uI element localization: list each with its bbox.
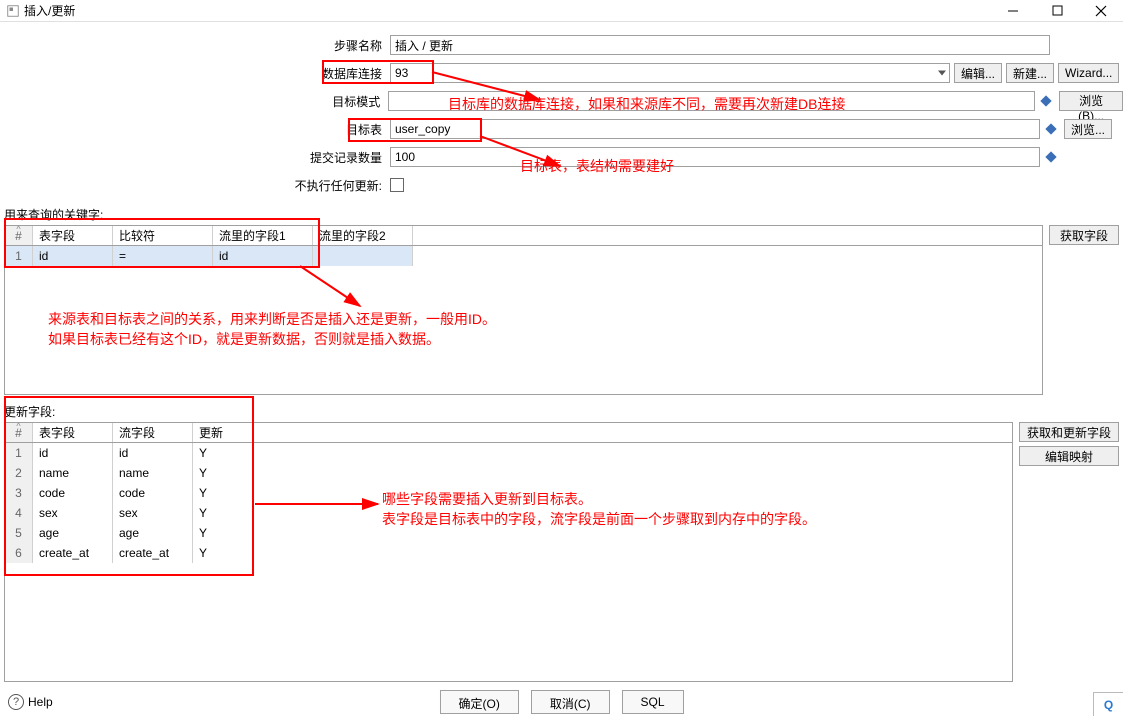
form-area: 步骤名称 数据库连接 编辑... 新建... Wizard... 目标模式 浏览… — [0, 22, 1123, 198]
cell-stream[interactable]: sex — [113, 503, 193, 523]
get-update-fields-button[interactable]: 获取和更新字段 — [1019, 422, 1119, 442]
cell-update[interactable]: Y — [193, 463, 253, 483]
help-icon: ? — [8, 694, 24, 710]
db-conn-label: 数据库连接 — [0, 65, 390, 82]
table-label: 目标表 — [0, 121, 390, 138]
browse-table-button[interactable]: 浏览... — [1064, 119, 1112, 139]
cell-field[interactable]: age — [33, 523, 113, 543]
table-row[interactable]: 4sexsexY — [5, 503, 1012, 523]
app-icon — [6, 4, 20, 18]
key-col-stream2: 流里的字段2 — [313, 226, 413, 245]
browse-schema-button[interactable]: 浏览(B)... — [1059, 91, 1123, 111]
table-var-icon[interactable] — [1042, 120, 1060, 138]
titlebar: 插入/更新 — [0, 0, 1123, 22]
noop-checkbox[interactable] — [390, 178, 404, 192]
cell-stream[interactable]: create_at — [113, 543, 193, 563]
minimize-button[interactable] — [991, 0, 1035, 22]
maximize-button[interactable] — [1035, 0, 1079, 22]
cell-field[interactable]: name — [33, 463, 113, 483]
cell-field[interactable]: id — [33, 246, 113, 266]
cell-field[interactable]: sex — [33, 503, 113, 523]
help-label: Help — [28, 695, 53, 709]
cell-stream1[interactable]: id — [213, 246, 313, 266]
window-title: 插入/更新 — [24, 2, 75, 19]
cell-stream[interactable]: age — [113, 523, 193, 543]
update-section-label: 更新字段: — [0, 401, 1123, 422]
sql-button[interactable]: SQL — [621, 690, 683, 714]
cell-update[interactable]: Y — [193, 443, 253, 463]
cell-stream2[interactable] — [313, 246, 413, 266]
cell-stream[interactable]: id — [113, 443, 193, 463]
cell-stream[interactable]: name — [113, 463, 193, 483]
row-num: 1 — [5, 443, 33, 463]
row-num: 6 — [5, 543, 33, 563]
key-col-comparator: 比较符 — [113, 226, 213, 245]
upd-col-field: 表字段 — [33, 423, 113, 442]
cell-field[interactable]: id — [33, 443, 113, 463]
row-num: 5 — [5, 523, 33, 543]
cell-update[interactable]: Y — [193, 523, 253, 543]
row-num: 4 — [5, 503, 33, 523]
cell-comparator[interactable]: = — [113, 246, 213, 266]
cell-field[interactable]: create_at — [33, 543, 113, 563]
schema-input[interactable] — [388, 91, 1035, 111]
edit-mapping-button[interactable]: 编辑映射 — [1019, 446, 1119, 466]
row-num: 1 — [5, 246, 33, 266]
update-table[interactable]: # 表字段 流字段 更新 1ididY2namenameY3codecodeY4… — [4, 422, 1013, 682]
noop-label: 不执行任何更新: — [0, 177, 390, 194]
commit-input[interactable] — [390, 147, 1040, 167]
edit-conn-button[interactable]: 编辑... — [954, 63, 1002, 83]
close-button[interactable] — [1079, 0, 1123, 22]
key-col-num: # — [5, 226, 33, 245]
ok-button[interactable]: 确定(O) — [439, 690, 518, 714]
table-row[interactable]: 1ididY — [5, 443, 1012, 463]
table-row[interactable]: 3codecodeY — [5, 483, 1012, 503]
new-conn-button[interactable]: 新建... — [1006, 63, 1054, 83]
upd-col-update: 更新 — [193, 423, 253, 442]
help-link[interactable]: ? Help — [8, 694, 53, 710]
wizard-button[interactable]: Wizard... — [1058, 63, 1119, 83]
step-name-label: 步骤名称 — [0, 37, 390, 54]
key-table[interactable]: # 表字段 比较符 流里的字段1 流里的字段2 1id=id — [4, 225, 1043, 395]
cell-update[interactable]: Y — [193, 543, 253, 563]
cancel-button[interactable]: 取消(C) — [531, 690, 610, 714]
corner-badge: Q — [1093, 692, 1123, 716]
table-row[interactable]: 5ageageY — [5, 523, 1012, 543]
key-col-stream1: 流里的字段1 — [213, 226, 313, 245]
key-table-header: # 表字段 比较符 流里的字段1 流里的字段2 — [5, 226, 1042, 246]
upd-col-num: # — [5, 423, 33, 442]
table-row[interactable]: 6create_atcreate_atY — [5, 543, 1012, 563]
row-num: 2 — [5, 463, 33, 483]
bottom-bar: ? Help 确定(O) 取消(C) SQL — [0, 690, 1123, 714]
table-row[interactable]: 1id=id — [5, 246, 1042, 266]
upd-col-stream: 流字段 — [113, 423, 193, 442]
key-col-field: 表字段 — [33, 226, 113, 245]
schema-var-icon[interactable] — [1037, 92, 1055, 110]
cell-stream[interactable]: code — [113, 483, 193, 503]
row-num: 3 — [5, 483, 33, 503]
update-table-header: # 表字段 流字段 更新 — [5, 423, 1012, 443]
cell-update[interactable]: Y — [193, 483, 253, 503]
get-fields-button[interactable]: 获取字段 — [1049, 225, 1119, 245]
key-section-label: 用来查询的关键字: — [0, 204, 1123, 225]
commit-var-icon[interactable] — [1042, 148, 1060, 166]
step-name-input[interactable] — [390, 35, 1050, 55]
commit-label: 提交记录数量 — [0, 149, 390, 166]
table-row[interactable]: 2namenameY — [5, 463, 1012, 483]
table-input[interactable] — [390, 119, 1040, 139]
cell-field[interactable]: code — [33, 483, 113, 503]
cell-update[interactable]: Y — [193, 503, 253, 523]
db-conn-select[interactable] — [390, 63, 950, 83]
schema-label: 目标模式 — [0, 93, 388, 110]
